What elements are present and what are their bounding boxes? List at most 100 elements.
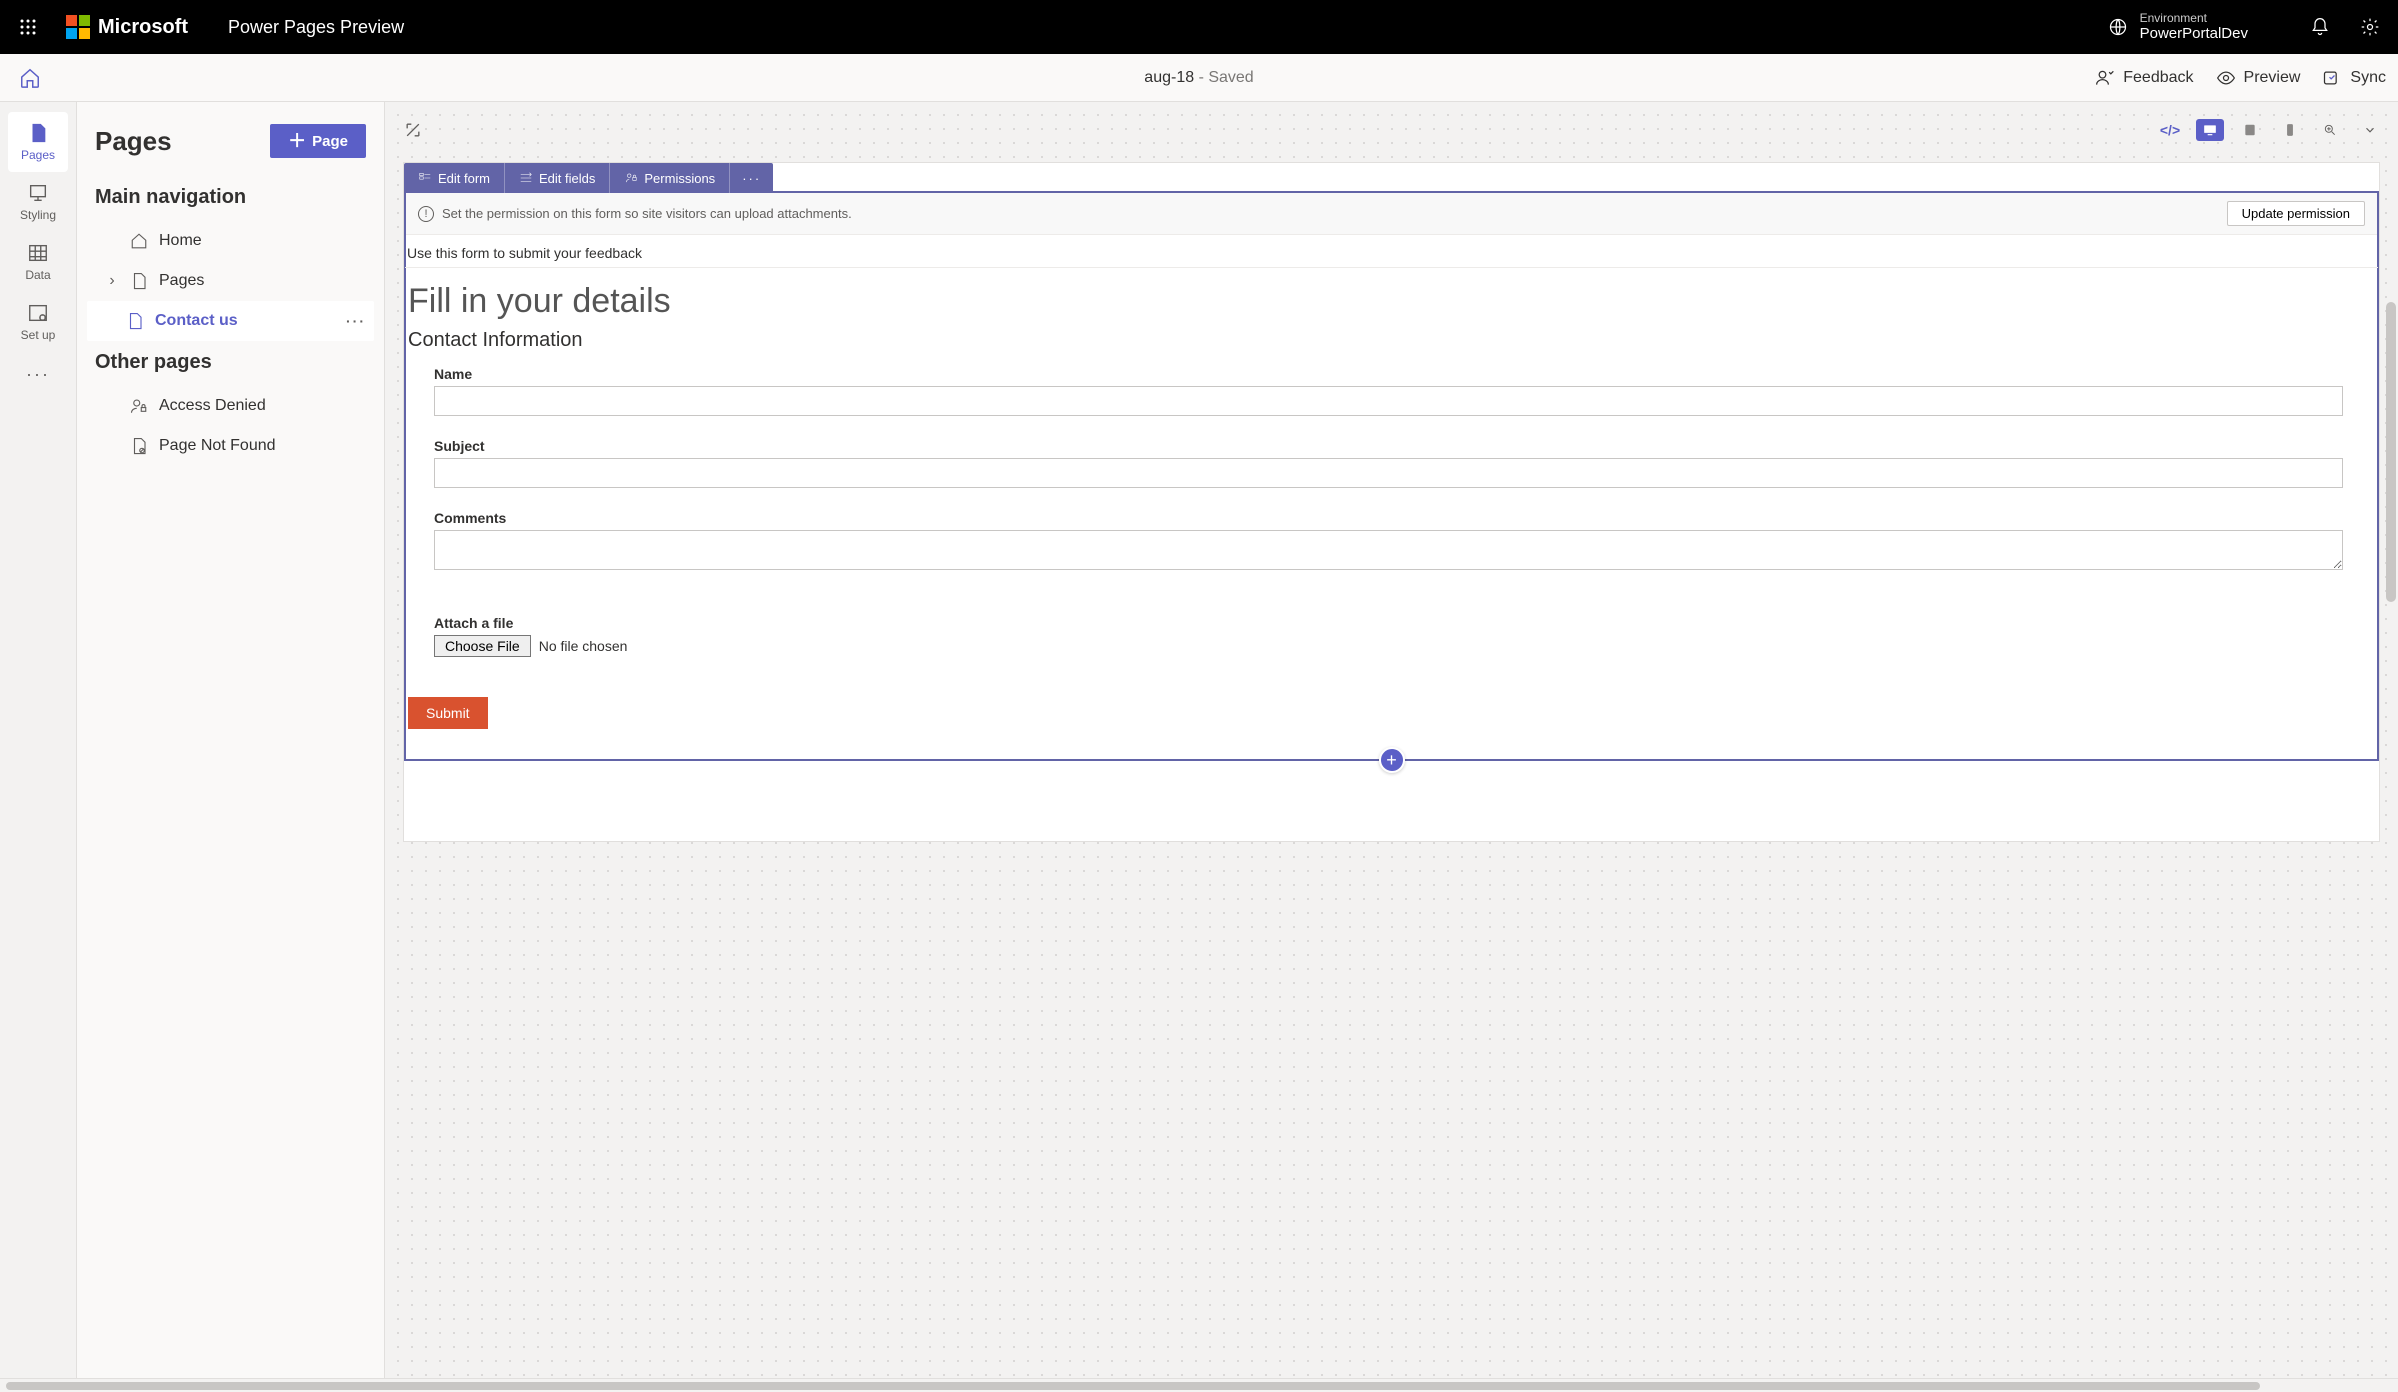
subject-label: Subject	[434, 438, 2375, 454]
choose-file-button[interactable]: Choose File	[434, 635, 531, 657]
edit-fields-button[interactable]: Edit fields	[505, 163, 610, 193]
zoom-dropdown[interactable]	[2356, 119, 2384, 141]
edit-form-button[interactable]: Edit form	[404, 163, 505, 193]
home-icon	[19, 67, 41, 89]
page-missing-icon	[129, 436, 149, 456]
form-toolbar-more[interactable]: ···	[730, 163, 773, 193]
rail-pages-label: Pages	[21, 148, 55, 162]
bell-icon	[2310, 17, 2330, 37]
zoom-icon	[2321, 123, 2339, 137]
tree-item-home-label: Home	[159, 232, 202, 250]
name-label: Name	[434, 366, 2375, 382]
tree-item-pages[interactable]: › Pages	[87, 261, 374, 301]
tree-item-more-icon[interactable]: ···	[346, 313, 366, 329]
feedback-button[interactable]: Feedback	[2095, 68, 2193, 88]
form-icon	[418, 171, 432, 185]
desktop-icon	[2201, 123, 2219, 137]
comments-input[interactable]	[434, 530, 2343, 570]
microsoft-logo-icon	[66, 15, 90, 39]
tablet-view-button[interactable]	[2236, 119, 2264, 141]
environment-label: Environment	[2140, 11, 2248, 25]
command-bar: aug-18 - Saved Feedback Preview Sync	[0, 54, 2398, 102]
tree-item-not-found[interactable]: Page Not Found	[87, 426, 374, 466]
permission-message: Set the permission on this form so site …	[442, 206, 852, 221]
microsoft-text: Microsoft	[98, 16, 188, 39]
vertical-scrollbar[interactable]	[2386, 302, 2396, 602]
form-description: Use this form to submit your feedback	[405, 235, 2378, 268]
edit-form-label: Edit form	[438, 171, 490, 186]
mobile-icon	[2281, 123, 2299, 137]
comments-label: Comments	[434, 510, 2375, 526]
update-permission-button[interactable]: Update permission	[2227, 201, 2365, 226]
chevron-right-icon: ›	[105, 272, 119, 290]
permissions-button[interactable]: Permissions	[610, 163, 730, 193]
file-status: No file chosen	[539, 638, 628, 654]
canvas: </>	[385, 102, 2398, 1378]
feedback-icon	[2095, 68, 2115, 88]
name-input[interactable]	[434, 386, 2343, 416]
page-icon	[27, 122, 49, 144]
page-frame: Edit form Edit fields Permissions ··· ! …	[403, 162, 2380, 842]
rail-more[interactable]: ···	[26, 352, 50, 397]
info-icon: !	[418, 206, 434, 222]
scrollbar-thumb[interactable]	[6, 1382, 2260, 1390]
rail-pages[interactable]: Pages	[8, 112, 68, 172]
globe-icon	[2108, 17, 2128, 37]
zoom-button[interactable]	[2316, 119, 2344, 141]
canvas-toolbar: </>	[399, 114, 2384, 146]
code-view-button[interactable]: </>	[2156, 119, 2184, 141]
tree-item-home[interactable]: Home	[87, 221, 374, 261]
lock-person-icon	[624, 171, 638, 185]
tree-item-access-denied-label: Access Denied	[159, 397, 266, 415]
pages-panel-title: Pages	[95, 126, 172, 157]
horizontal-scrollbar[interactable]	[0, 1378, 2398, 1392]
form-component[interactable]: Edit form Edit fields Permissions ··· ! …	[404, 191, 2379, 761]
document-name: aug-18	[1144, 69, 1194, 86]
preview-label: Preview	[2244, 69, 2301, 87]
add-section-button[interactable]: +	[1379, 747, 1405, 773]
subject-input[interactable]	[434, 458, 2343, 488]
mobile-view-button[interactable]	[2276, 119, 2304, 141]
submit-button[interactable]: Submit	[408, 697, 488, 729]
main-nav-heading: Main navigation	[87, 176, 374, 221]
home-button[interactable]	[12, 60, 48, 96]
rail-data[interactable]: Data	[8, 232, 68, 292]
sync-label: Sync	[2350, 69, 2386, 87]
environment-name: PowerPortalDev	[2140, 25, 2248, 43]
preview-button[interactable]: Preview	[2216, 68, 2301, 88]
tree-item-contact-label: Contact us	[155, 312, 238, 330]
desktop-view-button[interactable]	[2196, 119, 2224, 141]
feedback-label: Feedback	[2123, 69, 2193, 87]
settings-button[interactable]	[2352, 9, 2388, 45]
notifications-button[interactable]	[2302, 9, 2338, 45]
form-section-title: Contact Information	[408, 329, 2375, 352]
person-lock-icon	[129, 396, 149, 416]
tree-item-contact-us[interactable]: Contact us ···	[87, 301, 374, 341]
tree-item-access-denied[interactable]: Access Denied	[87, 386, 374, 426]
app-launcher-icon[interactable]	[10, 9, 46, 45]
rail-styling[interactable]: Styling	[8, 172, 68, 232]
microsoft-logo[interactable]: Microsoft	[66, 15, 188, 39]
gear-icon	[2360, 17, 2380, 37]
save-status: - Saved	[1194, 69, 1254, 86]
chevron-down-icon	[2361, 123, 2379, 137]
sync-icon	[2322, 68, 2342, 88]
fields-icon	[519, 171, 533, 185]
other-pages-heading: Other pages	[87, 341, 374, 386]
home-icon	[129, 231, 149, 251]
resize-handle-icon[interactable]	[399, 116, 427, 144]
rail-data-label: Data	[25, 268, 50, 282]
sync-button[interactable]: Sync	[2322, 68, 2386, 88]
environment-picker[interactable]: Environment PowerPortalDev	[2108, 11, 2248, 43]
pages-panel: Pages ＋ Page Main navigation Home › Page…	[77, 102, 385, 1378]
form-toolbar: Edit form Edit fields Permissions ···	[404, 163, 773, 193]
page-icon	[129, 271, 149, 291]
rail-setup[interactable]: Set up	[8, 292, 68, 352]
suite-header: Microsoft Power Pages Preview Environmen…	[0, 0, 2398, 54]
tree-item-pages-label: Pages	[159, 272, 204, 290]
new-page-button[interactable]: ＋ Page	[270, 124, 366, 158]
brush-icon	[27, 182, 49, 204]
attach-label: Attach a file	[434, 615, 2375, 631]
left-rail: Pages Styling Data Set up ···	[0, 102, 77, 1378]
tablet-icon	[2241, 123, 2259, 137]
